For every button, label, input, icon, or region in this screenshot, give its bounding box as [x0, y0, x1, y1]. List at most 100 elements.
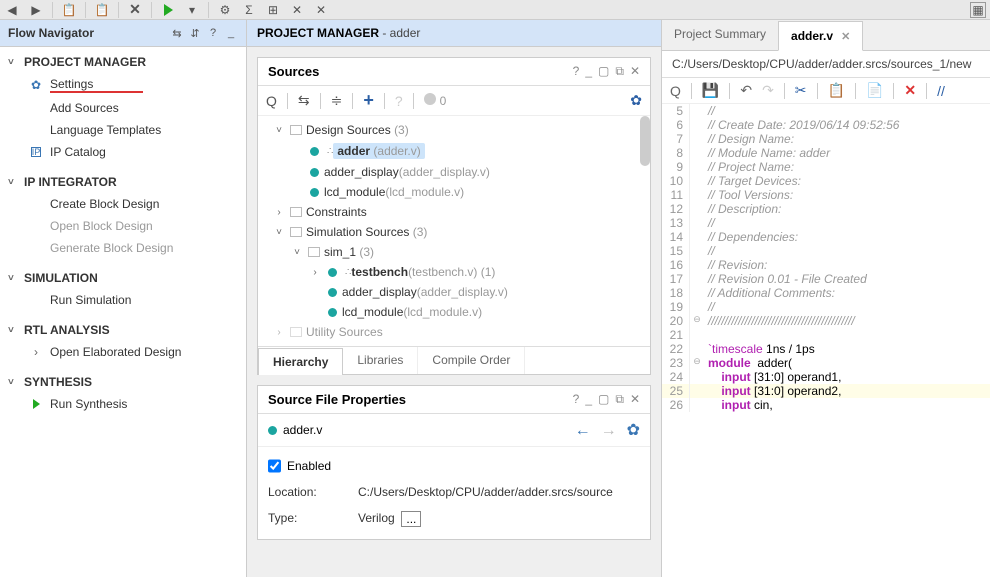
close-icon[interactable]: ✕ — [630, 392, 640, 407]
prop-type-value: Verilog — [358, 511, 395, 527]
code-editor[interactable]: 5//6// Create Date: 2019/06/14 09:52:567… — [662, 104, 990, 577]
delete-icon[interactable]: ✕ — [904, 82, 916, 99]
maximize-icon[interactable]: ▢ — [598, 392, 609, 407]
sources-toolbar: Q ⇆ ≑ + ? 0 ✿ — [258, 86, 650, 116]
tree-item-sim-lcd[interactable]: lcd_module (lcd_module.v) — [262, 302, 646, 322]
sources-tree: ˅ Design Sources (3) ∴ adder (adder.v) a… — [258, 116, 650, 346]
minimize-icon[interactable]: _ — [585, 64, 592, 79]
chart-icon[interactable]: ⊞ — [265, 2, 281, 18]
disabled-icon: ? — [395, 93, 403, 109]
nav-create-block-design[interactable]: Create Block Design — [0, 193, 246, 215]
editor-toolbar: Q 💾 ↶ ↷ ✂ 📋 📄 ✕ // — [662, 78, 990, 104]
tree-item-adder[interactable]: ∴ adder (adder.v) — [262, 140, 646, 162]
sources-panel: Sources ? _ ▢ ⧉ ✕ Q ⇆ ≑ + ? — [257, 57, 651, 375]
nav-group-simulation[interactable]: ˅SIMULATION — [0, 267, 246, 289]
search-icon[interactable]: Q — [670, 83, 681, 99]
tab-libraries[interactable]: Libraries — [343, 347, 418, 374]
minimize-icon[interactable]: _ — [585, 392, 592, 407]
main-toolbar: ◀ ▶ 📋 📋 ✕ ▾ ⚙ Σ ⊞ ✕ ✕ ▦ — [0, 0, 990, 20]
tree-item-sim-adder-display[interactable]: adder_display (adder_display.v) — [262, 282, 646, 302]
nav-add-sources[interactable]: Add Sources — [0, 97, 246, 119]
back-icon[interactable]: ◀ — [4, 2, 20, 18]
tree-constraints[interactable]: › Constraints — [262, 202, 646, 222]
prop-type-label: Type: — [268, 511, 358, 527]
settings-icon[interactable]: ⚙ — [217, 2, 233, 18]
prop-location-label: Location: — [268, 485, 358, 499]
nav-open-block-design[interactable]: Open Block Design — [0, 215, 246, 237]
gear-icon[interactable]: ✿ — [630, 92, 642, 109]
nav-settings[interactable]: ✿Settings — [0, 73, 246, 97]
prop-enabled[interactable]: Enabled — [268, 453, 640, 479]
nav-run-simulation[interactable]: Run Simulation — [0, 289, 246, 311]
expand-icon[interactable]: ≑ — [331, 92, 343, 109]
sources-title: Sources — [268, 64, 319, 79]
tree-sim-1[interactable]: ˅ sim_1 (3) — [262, 242, 646, 262]
nav-group-rtl-analysis[interactable]: ˅RTL ANALYSIS — [0, 319, 246, 341]
close-tab-icon[interactable]: ✕ — [841, 31, 850, 43]
pin-icon[interactable]: ✕ — [313, 2, 329, 18]
save-icon: 💾 — [702, 82, 719, 99]
expand-icon[interactable]: ⇵ — [188, 26, 202, 40]
tree-item-testbench[interactable]: ›∴ testbench (testbench.v) (1) — [262, 262, 646, 282]
copy2-icon[interactable]: 📋 — [94, 2, 110, 18]
next-icon: → — [601, 422, 617, 439]
help-icon[interactable]: ? — [573, 392, 580, 407]
type-browse-button[interactable]: ... — [401, 511, 421, 527]
props-filename: adder.v — [268, 423, 322, 437]
nav-ip-catalog[interactable]: IPIP Catalog — [0, 141, 246, 163]
maximize-icon[interactable]: ▢ — [598, 64, 609, 79]
dropdown-icon[interactable]: ▾ — [184, 2, 200, 18]
file-path-bar: C:/Users/Desktop/CPU/adder/adder.srcs/so… — [662, 51, 990, 78]
scrollbar-thumb[interactable] — [640, 116, 650, 166]
redo-icon: ↷ — [762, 82, 774, 99]
tab-project-summary[interactable]: Project Summary — [662, 20, 778, 50]
sigma-icon[interactable]: Σ — [241, 2, 257, 18]
source-file-properties-panel: Source File Properties ? _ ▢ ⧉ ✕ adder.v… — [257, 385, 651, 540]
enabled-checkbox[interactable] — [268, 459, 281, 473]
minimize-icon[interactable]: _ — [224, 26, 238, 40]
delete-icon[interactable]: ✕ — [127, 2, 143, 18]
prop-location-value: C:/Users/Desktop/CPU/adder/adder.srcs/so… — [358, 485, 613, 499]
restore-icon[interactable]: ⧉ — [615, 392, 624, 407]
tool-icon[interactable]: ✕ — [289, 2, 305, 18]
nav-group-project-manager[interactable]: ˅PROJECT MANAGER — [0, 51, 246, 73]
copy-icon[interactable]: 📋 — [828, 82, 845, 99]
tree-design-sources[interactable]: ˅ Design Sources (3) — [262, 120, 646, 140]
comment-icon[interactable]: // — [937, 83, 945, 99]
tab-compile-order[interactable]: Compile Order — [418, 347, 525, 374]
search-icon[interactable]: Q — [266, 93, 277, 109]
help-icon[interactable]: ? — [573, 64, 580, 79]
nav-language-templates[interactable]: Language Templates — [0, 119, 246, 141]
editor-panel: Project Summary adder.v✕ C:/Users/Deskto… — [662, 20, 990, 577]
cut-icon[interactable]: ✂ — [795, 82, 807, 99]
collapse-icon[interactable]: ⇆ — [170, 26, 184, 40]
restore-icon[interactable]: ⧉ — [615, 64, 624, 79]
close-icon[interactable]: ✕ — [630, 64, 640, 79]
gear-icon[interactable]: ✿ — [627, 422, 640, 439]
nav-run-synthesis[interactable]: Run Synthesis — [0, 393, 246, 415]
help-icon[interactable]: ? — [206, 26, 220, 40]
paste-icon[interactable]: 📄 — [866, 82, 883, 99]
tab-hierarchy[interactable]: Hierarchy — [258, 348, 343, 375]
properties-title: Source File Properties — [268, 392, 406, 407]
nav-group-ip-integrator[interactable]: ˅IP INTEGRATOR — [0, 171, 246, 193]
nav-open-elaborated-design[interactable]: ›Open Elaborated Design — [0, 341, 246, 363]
tab-adder-v[interactable]: adder.v✕ — [778, 21, 863, 51]
flow-navigator-panel: Flow Navigator ⇆ ⇵ ? _ ˅PROJECT MANAGER … — [0, 20, 247, 577]
layout-icon[interactable]: ▦ — [970, 2, 986, 18]
flow-navigator-title: Flow Navigator — [8, 26, 94, 40]
add-icon[interactable]: + — [363, 90, 374, 111]
prev-icon[interactable]: ← — [575, 422, 591, 439]
nav-group-synthesis[interactable]: ˅SYNTHESIS — [0, 371, 246, 393]
project-manager-header: PROJECT MANAGER - adder — [247, 20, 661, 47]
collapse-icon[interactable]: ⇆ — [298, 92, 310, 109]
undo-icon[interactable]: ↶ — [740, 82, 752, 99]
nav-generate-block-design[interactable]: Generate Block Design — [0, 237, 246, 259]
tree-item-adder-display[interactable]: adder_display (adder_display.v) — [262, 162, 646, 182]
tree-item-lcd-module[interactable]: lcd_module (lcd_module.v) — [262, 182, 646, 202]
run-icon[interactable] — [160, 2, 176, 18]
copy-icon[interactable]: 📋 — [61, 2, 77, 18]
tree-utility[interactable]: › Utility Sources — [262, 322, 646, 342]
forward-icon[interactable]: ▶ — [28, 2, 44, 18]
tree-simulation-sources[interactable]: ˅ Simulation Sources (3) — [262, 222, 646, 242]
